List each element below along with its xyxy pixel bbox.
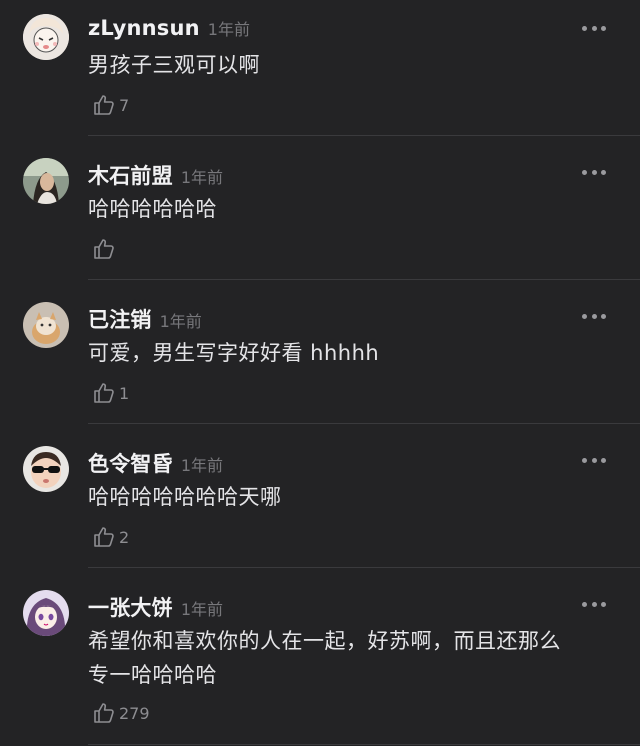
username[interactable]: 一张大饼 1年前 [88, 592, 223, 622]
avatar[interactable] [23, 14, 69, 60]
comment-text: 男孩子三观可以啊 [88, 53, 260, 77]
comment-item: zLynnsun 1年前 男孩子三观可以啊 7 [0, 0, 640, 136]
username[interactable]: 色令智昏 1年前 [88, 448, 223, 478]
timestamp: 1年前 [159, 312, 202, 331]
like-button[interactable]: 2 [92, 525, 129, 549]
comment-item: 木石前盟 1年前 哈哈哈哈哈哈 [0, 136, 640, 280]
comment-text-line: 希望你和喜欢你的人在一起，好苏啊，而且还那么 [88, 629, 561, 653]
comment-text: 可爱，男生写字好好看 hhhhh [88, 341, 380, 365]
timestamp: 1年前 [207, 20, 250, 39]
comment-item: 色令智昏 1年前 哈哈哈哈哈哈哈天哪 2 [0, 424, 640, 568]
more-dots-icon[interactable] [582, 312, 606, 320]
like-button[interactable] [92, 237, 119, 261]
thumbs-up-icon [94, 239, 114, 259]
comment-item: 已注销 1年前 可爱，男生写字好好看 hhhhh 1 [0, 280, 640, 424]
thumbs-up-icon [94, 95, 114, 115]
comment-text: 哈哈哈哈哈哈 [88, 197, 217, 221]
avatar[interactable] [23, 302, 69, 348]
timestamp: 1年前 [180, 600, 223, 619]
thumbs-up-icon [94, 383, 114, 403]
timestamp: 1年前 [180, 456, 223, 475]
username[interactable]: 木石前盟 1年前 [88, 160, 223, 190]
more-dots-icon[interactable] [582, 168, 606, 176]
like-count: 279 [119, 703, 150, 723]
like-count: 1 [119, 383, 130, 403]
avatar[interactable] [23, 158, 69, 204]
thumbs-up-icon [94, 703, 114, 723]
username[interactable]: 已注销 1年前 [88, 304, 202, 334]
avatar[interactable] [23, 590, 69, 636]
thumbs-up-icon [94, 527, 114, 547]
username[interactable]: zLynnsun 1年前 [88, 16, 250, 40]
comment-item: 一张大饼 1年前 希望你和喜欢你的人在一起，好苏啊，而且还那么 专一哈哈哈哈 27… [0, 568, 640, 746]
like-count: 7 [119, 95, 130, 115]
like-button[interactable]: 7 [92, 93, 129, 117]
divider [88, 744, 640, 745]
comment-text: 希望你和喜欢你的人在一起，好苏啊，而且还那么 专一哈哈哈哈 [88, 624, 618, 692]
more-dots-icon[interactable] [582, 456, 606, 464]
like-button[interactable]: 279 [92, 701, 150, 725]
comment-text: 哈哈哈哈哈哈哈天哪 [88, 485, 282, 509]
like-count: 2 [119, 527, 130, 547]
more-dots-icon[interactable] [582, 24, 606, 32]
more-dots-icon[interactable] [582, 600, 606, 608]
comment-text-line: 专一哈哈哈哈 [88, 663, 217, 687]
timestamp: 1年前 [180, 168, 223, 187]
like-button[interactable]: 1 [92, 381, 129, 405]
avatar[interactable] [23, 446, 69, 492]
